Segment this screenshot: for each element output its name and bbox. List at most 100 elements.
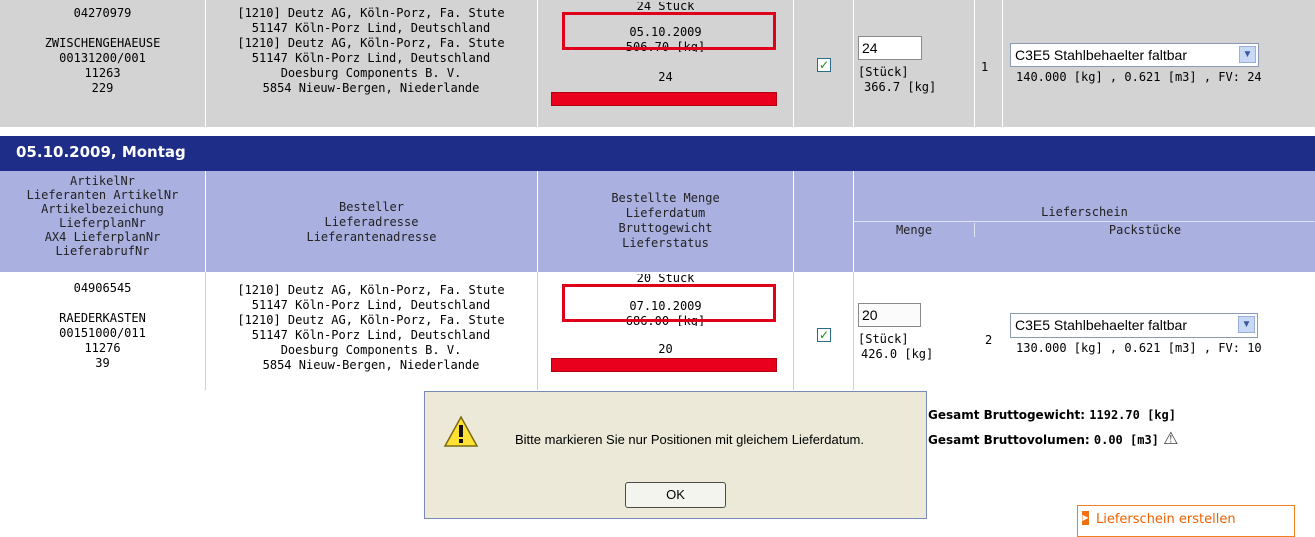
checkmark-icon: ✓ bbox=[818, 328, 830, 342]
highlight-box bbox=[562, 284, 776, 322]
header-label: LieferplanNr bbox=[59, 216, 146, 230]
divider bbox=[793, 0, 794, 127]
quantity-input[interactable] bbox=[858, 303, 921, 327]
total-volume-value: 0.00 [m3] bbox=[1093, 433, 1159, 447]
chevron-down-icon[interactable]: ▼ bbox=[1238, 316, 1255, 333]
total-weight: Gesamt Bruttogewicht: 1192.70 [kg] bbox=[928, 408, 1176, 422]
lieferplan-number: 00131200/001 bbox=[59, 51, 146, 65]
warning-icon: ⚠ bbox=[1163, 429, 1179, 449]
select-checkbox[interactable]: ✓ bbox=[817, 328, 831, 342]
delivery-status-value: 24 bbox=[658, 70, 673, 84]
quantity-unit: [Stück] 426.0 [kg] bbox=[858, 332, 933, 362]
ax4-lieferplan-number: 11263 bbox=[84, 66, 121, 80]
address-line: 51147 Köln-Porz Lind, Deutschland bbox=[251, 51, 491, 65]
select-checkbox[interactable]: ✓ bbox=[817, 58, 831, 72]
date-group-header: 05.10.2009, Montag bbox=[0, 136, 1315, 171]
divider bbox=[1002, 0, 1003, 127]
lieferabruf-number: 39 bbox=[95, 356, 110, 370]
header-besteller: Besteller Lieferadresse Lieferantenadres… bbox=[206, 171, 537, 272]
total-volume-label: Gesamt Bruttovolumen: bbox=[928, 433, 1090, 447]
address-line: 5854 Nieuw-Bergen, Niederlande bbox=[262, 358, 480, 372]
address-block: [1210] Deutz AG, Köln-Porz, Fa. Stute 51… bbox=[205, 283, 537, 373]
ok-button-label: OK bbox=[666, 487, 685, 502]
divider bbox=[793, 272, 794, 390]
highlight-box bbox=[562, 12, 776, 50]
delivery-status-bar bbox=[551, 92, 777, 106]
total-volume: Gesamt Bruttovolumen: 0.00 [m3] ⚠ bbox=[928, 429, 1178, 449]
lieferabruf-number: 229 bbox=[91, 81, 114, 95]
header-label: Bruttogewicht bbox=[618, 221, 713, 235]
address-line: [1210] Deutz AG, Köln-Porz, Fa. Stute bbox=[237, 6, 505, 20]
lieferplan-number: 00151000/011 bbox=[59, 326, 146, 340]
header-label: ArtikelNr bbox=[69, 174, 136, 188]
packaging-select-value: C3E5 Stahlbehaelter faltbar bbox=[1015, 47, 1187, 63]
header-label: Lieferstatus bbox=[622, 236, 709, 250]
alert-message: Bitte markieren Sie nur Positionen mit g… bbox=[515, 432, 864, 447]
play-arrow-icon: ▶ bbox=[1082, 511, 1089, 525]
packaging-select-value: C3E5 Stahlbehaelter faltbar bbox=[1015, 317, 1187, 333]
packaging-select[interactable]: C3E5 Stahlbehaelter faltbar ▼ bbox=[1010, 313, 1258, 338]
article-info: 04906545 RAEDERKASTEN 00151000/011 11276… bbox=[0, 281, 205, 371]
header-checkbox-col bbox=[794, 171, 853, 272]
address-line: Doesburg Components B. V. bbox=[280, 343, 462, 357]
header-label: AX4 LieferplanNr bbox=[44, 230, 161, 244]
divider bbox=[853, 0, 854, 127]
packaging-info: 130.000 [kg] , 0.621 [m3] , FV: 10 bbox=[1016, 341, 1262, 355]
header-menge: Bestellte Menge Lieferdatum Bruttogewich… bbox=[538, 171, 793, 272]
ok-button[interactable]: OK bbox=[625, 482, 726, 508]
article-number: 04270979 bbox=[73, 6, 132, 20]
header-label: Lieferdatum bbox=[625, 206, 706, 220]
unit-label: [Stück] bbox=[858, 65, 909, 79]
packaging-info: 140.000 [kg] , 0.621 [m3] , FV: 24 bbox=[1016, 70, 1262, 84]
address-line: 51147 Köln-Porz Lind, Deutschland bbox=[251, 298, 491, 312]
address-line: 5854 Nieuw-Bergen, Niederlande bbox=[262, 81, 480, 95]
address-line: [1210] Deutz AG, Köln-Porz, Fa. Stute bbox=[237, 313, 505, 327]
address-line: [1210] Deutz AG, Köln-Porz, Fa. Stute bbox=[237, 283, 505, 297]
header-label: Artikelbezeichung bbox=[41, 202, 164, 216]
address-line: Doesburg Components B. V. bbox=[280, 66, 462, 80]
ax4-lieferplan-number: 11276 bbox=[84, 341, 121, 355]
address-block: [1210] Deutz AG, Köln-Porz, Fa. Stute 51… bbox=[205, 6, 537, 96]
article-description: RAEDERKASTEN bbox=[59, 311, 146, 325]
create-delivery-note-label: Lieferschein erstellen bbox=[1096, 512, 1236, 527]
unit-label: [Stück] bbox=[858, 332, 909, 346]
address-line: 51147 Köln-Porz Lind, Deutschland bbox=[251, 21, 491, 35]
address-line: [1210] Deutz AG, Köln-Porz, Fa. Stute bbox=[237, 36, 505, 50]
delivery-status-value: 20 bbox=[658, 342, 673, 356]
weight-label: 426.0 [kg] bbox=[861, 347, 934, 361]
header-label: Lieferanten ArtikelNr bbox=[26, 188, 179, 202]
divider bbox=[974, 0, 975, 127]
header-label: Menge bbox=[895, 223, 933, 237]
header-label: Lieferadresse bbox=[324, 215, 419, 229]
divider bbox=[853, 272, 854, 390]
weight-label: 366.7 [kg] bbox=[864, 80, 937, 94]
pack-count: 1 bbox=[981, 60, 989, 74]
total-weight-label: Gesamt Bruttogewicht: bbox=[928, 408, 1086, 422]
packaging-select[interactable]: C3E5 Stahlbehaelter faltbar ▼ bbox=[1010, 43, 1259, 67]
article-info: 04270979 ZWISCHENGEHAEUSE 00131200/001 1… bbox=[0, 6, 205, 96]
quantity-input[interactable] bbox=[858, 36, 922, 60]
delivery-status-bar bbox=[551, 358, 777, 372]
article-description: ZWISCHENGEHAEUSE bbox=[44, 36, 161, 50]
article-number: 04906545 bbox=[73, 281, 132, 295]
divider bbox=[854, 221, 1315, 222]
header-label: Lieferantenadresse bbox=[306, 230, 437, 244]
alert-dialog: Bitte markieren Sie nur Positionen mit g… bbox=[424, 391, 927, 519]
header-label: Bestellte Menge bbox=[611, 191, 720, 205]
header-label: Besteller bbox=[338, 200, 405, 214]
pack-count: 2 bbox=[985, 333, 993, 347]
header-label: Packstücke bbox=[1108, 223, 1182, 237]
total-weight-value: 1192.70 [kg] bbox=[1089, 408, 1176, 422]
address-line: 51147 Köln-Porz Lind, Deutschland bbox=[251, 328, 491, 342]
checkmark-icon: ✓ bbox=[818, 58, 830, 72]
create-delivery-note-button[interactable]: ▶ Lieferschein erstellen bbox=[1077, 505, 1295, 537]
header-lieferschein: Lieferschein Menge Packstücke bbox=[854, 171, 1315, 272]
quantity-unit: [Stück] 366.7 [kg] bbox=[858, 65, 936, 95]
header-label: LieferabrufNr bbox=[55, 244, 150, 258]
chevron-down-icon[interactable]: ▼ bbox=[1239, 46, 1256, 63]
header-label: Lieferschein bbox=[1041, 205, 1128, 219]
warning-icon bbox=[443, 415, 479, 447]
date-group-label: 05.10.2009, Montag bbox=[16, 143, 186, 161]
